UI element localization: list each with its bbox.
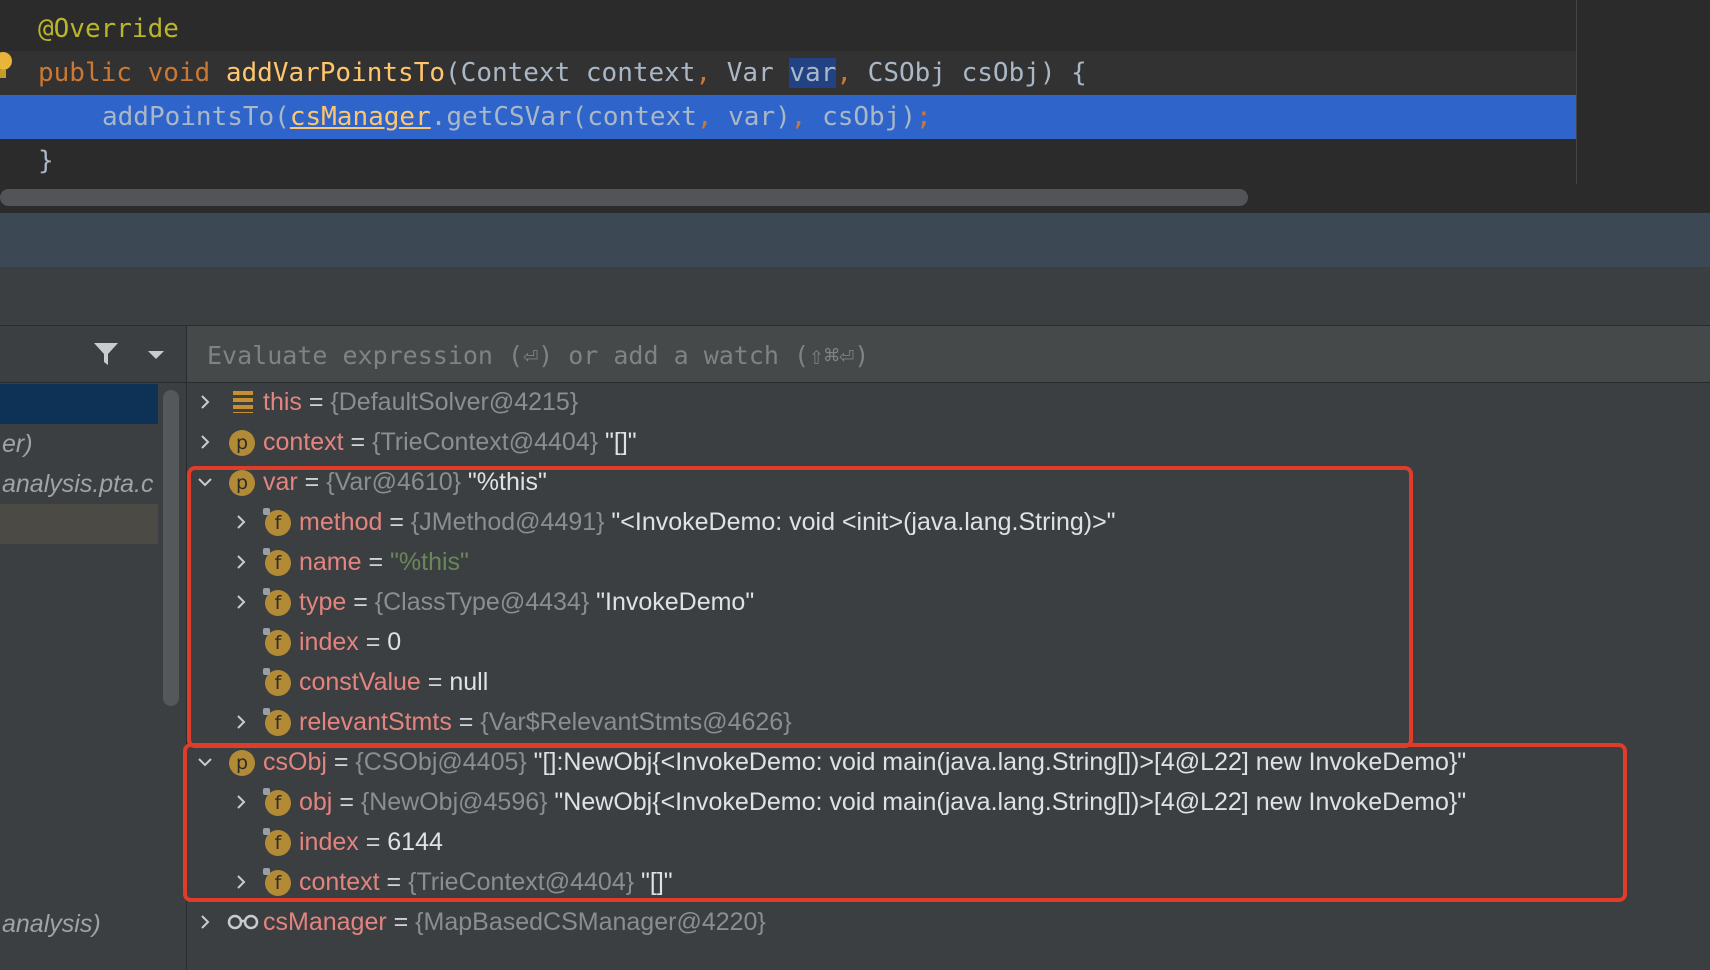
variable-row[interactable]: csManager = {MapBasedCSManager@4220} bbox=[187, 902, 1710, 942]
param-type-var: Var bbox=[711, 58, 790, 88]
filter-icon[interactable] bbox=[92, 340, 120, 368]
lightbulb-stem bbox=[0, 70, 6, 78]
variable-value: "[]" bbox=[598, 428, 637, 456]
watch-glasses-icon bbox=[227, 914, 259, 930]
chevron-right-icon[interactable] bbox=[197, 394, 213, 410]
comma: , bbox=[790, 102, 807, 132]
variable-name: csManager bbox=[263, 908, 387, 936]
method-name: addVarPointsTo bbox=[225, 58, 446, 88]
evaluate-expression-input[interactable] bbox=[205, 336, 1609, 374]
annotation-override: @Override bbox=[38, 14, 179, 44]
semicolon: ; bbox=[916, 102, 932, 132]
stack-icon bbox=[233, 391, 253, 413]
frames-list[interactable]: er) analysis.pta.c analysis) bbox=[0, 383, 158, 970]
frame-item-highlighted[interactable] bbox=[0, 504, 158, 544]
frames-header bbox=[0, 326, 187, 383]
selected-var-identifier: var bbox=[789, 58, 837, 88]
frame-item[interactable]: er) bbox=[0, 424, 158, 464]
param-csobj: CSObj csObj) { bbox=[852, 58, 1087, 88]
comma: , bbox=[695, 58, 712, 88]
code-editor[interactable]: @Override public void addVarPointsTo(Con… bbox=[0, 0, 1710, 212]
highlight-box-csobj bbox=[183, 743, 1627, 902]
variable-row[interactable]: this = {DefaultSolver@4215} bbox=[187, 382, 1710, 422]
horizontal-scrollbar[interactable] bbox=[0, 189, 1248, 206]
variable-type: {MapBasedCSManager@4220} bbox=[415, 908, 766, 936]
variable-name: context bbox=[263, 428, 344, 456]
variable-name: this bbox=[263, 388, 302, 416]
frame-item[interactable]: analysis.pta.c bbox=[0, 464, 158, 504]
closing-brace: } bbox=[38, 146, 54, 176]
field-csmanager[interactable]: csManager bbox=[290, 102, 431, 132]
equals-sign: = bbox=[386, 908, 416, 936]
highlight-box-var bbox=[187, 466, 1413, 748]
call-addpointsto: addPointsTo( bbox=[102, 102, 290, 132]
evaluate-expression-bar bbox=[187, 326, 1710, 383]
keyword-void: void bbox=[147, 58, 211, 88]
param-context: (Context context bbox=[445, 58, 696, 88]
right-margin-guide bbox=[1576, 0, 1577, 184]
code-line-4[interactable]: } bbox=[0, 139, 1576, 183]
frame-item-selected[interactable] bbox=[0, 384, 158, 424]
debugger-toolbar bbox=[0, 267, 1710, 326]
frame-item[interactable]: analysis) bbox=[0, 904, 158, 944]
tool-window-header bbox=[0, 212, 1710, 268]
dropdown-arrow-icon[interactable] bbox=[146, 348, 166, 362]
code-line-current-execution[interactable]: addPointsTo(csManager.getCSVar(context, … bbox=[0, 95, 1576, 139]
arg-var: var) bbox=[712, 102, 791, 132]
variable-type: {TrieContext@4404} bbox=[372, 428, 599, 456]
comma: , bbox=[696, 102, 713, 132]
comma: , bbox=[836, 58, 853, 88]
chevron-right-icon[interactable] bbox=[197, 914, 213, 930]
code-line-2[interactable]: public void addVarPointsTo(Context conte… bbox=[0, 51, 1576, 95]
chevron-right-icon[interactable] bbox=[197, 434, 213, 450]
equals-sign: = bbox=[301, 388, 331, 416]
variable-type: {DefaultSolver@4215} bbox=[330, 388, 579, 416]
equals-sign: = bbox=[343, 428, 373, 456]
variable-row[interactable]: p context = {TrieContext@4404} "[]" bbox=[187, 422, 1710, 462]
frames-scrollbar-thumb[interactable] bbox=[163, 390, 179, 706]
code-line-1[interactable]: @Override bbox=[0, 7, 1576, 51]
call-getcsvar: .getCSVar(context bbox=[430, 102, 697, 132]
arg-csobj: csObj) bbox=[806, 102, 917, 132]
parameter-badge-icon: p bbox=[229, 430, 255, 456]
keyword-public: public bbox=[38, 58, 132, 88]
